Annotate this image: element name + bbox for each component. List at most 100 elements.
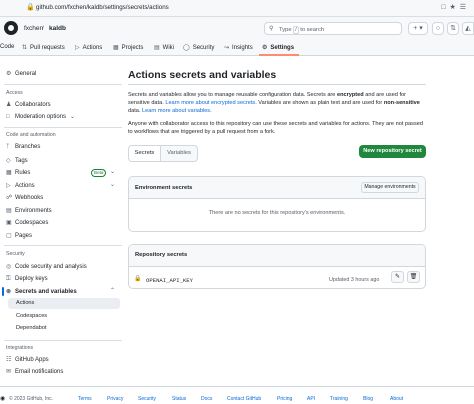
footer-link-api[interactable]: API [307, 396, 315, 402]
footer-link-status[interactable]: Status [172, 396, 186, 402]
lock-icon: 🔒 [134, 276, 142, 282]
search-icon: ⚲ [269, 26, 274, 32]
tab-variables[interactable]: Variables [161, 146, 197, 161]
tab-projects[interactable]: ▦ Projects [113, 44, 143, 51]
secrets-variables-tabs: Secrets Variables [128, 145, 198, 162]
github-header: fxchen / kaldb ⚲ Type / to search + ▾ ○ … [0, 17, 474, 41]
active-tab-underline [259, 54, 299, 56]
chevron-down-icon: ⌄ [70, 114, 76, 120]
table-icon: ▦ [113, 45, 119, 51]
pencil-icon: ✎ [394, 274, 401, 280]
repo-name-link[interactable]: kaldb [49, 25, 66, 32]
sidebar-item-deploy-keys[interactable]: ⚿ Deploy keys [6, 276, 48, 283]
browser-toolbar-icons[interactable]: □★☰ [441, 3, 470, 11]
tab-insights[interactable]: ↝ Insights [224, 44, 253, 51]
github-mark-icon[interactable]: ◉ [0, 395, 5, 402]
chevron-down-icon[interactable]: ⌄ [110, 181, 115, 188]
inbox-icon[interactable]: ◭ [462, 22, 474, 35]
tab-actions[interactable]: ▷ Actions [75, 44, 102, 51]
sidebar-item-code-security[interactable]: ◎ Code security and analysis [6, 263, 87, 270]
beta-badge: Beta [91, 169, 107, 177]
browser-address-bar: 🔒 github.com/fxchen/kaldb/settings/secre… [0, 0, 474, 17]
play-icon: ▷ [6, 183, 11, 189]
footer-link-pricing[interactable]: Pricing [277, 396, 292, 402]
webhook-icon: ☍ [6, 195, 13, 201]
footer-link-training[interactable]: Training [330, 396, 348, 402]
issues-icon[interactable]: ○ [432, 22, 444, 35]
trash-icon: 🗑 [409, 274, 418, 280]
footer-copyright: © 2023 GitHub, Inc. [9, 396, 53, 402]
sidebar-item-webhooks[interactable]: ☍ Webhooks [6, 194, 43, 201]
sidebar-subitem-codespaces[interactable]: Codespaces [8, 311, 120, 322]
sidebar-heading-access: Access [6, 90, 23, 96]
sidebar-divider [4, 84, 122, 85]
tab-code[interactable]: Code [0, 44, 14, 50]
address-url[interactable]: github.com/fxchen/kaldb/settings/secrets… [36, 4, 169, 11]
branch-icon: ᛉ [6, 144, 10, 150]
sidebar-divider [4, 245, 122, 246]
chevron-up-icon[interactable]: ⌃ [110, 287, 115, 294]
search-input[interactable]: ⚲ Type / to search [264, 22, 402, 35]
tab-wiki[interactable]: ▤ Wiki [154, 44, 174, 51]
manage-environments-button[interactable]: Manage environments [361, 182, 419, 193]
repo-owner-link[interactable]: fxchen [24, 25, 43, 32]
sidebar-subitem-actions[interactable]: Actions [8, 298, 120, 309]
sidebar-item-email-notifications[interactable]: ✉ Email notifications [6, 368, 63, 375]
sidebar-item-general[interactable]: ⚙ General [6, 70, 36, 77]
sidebar-heading-security: Security [6, 251, 25, 257]
pull-request-icon: ⇅ [22, 45, 28, 51]
sidebar-subitem-dependabot[interactable]: Dependabot [8, 323, 120, 334]
sidebar-item-environments[interactable]: ▤ Environments [6, 207, 52, 214]
footer-divider [0, 386, 474, 387]
sidebar-heading-integrations: Integrations [6, 345, 34, 351]
tab-settings[interactable]: ⚙ Settings [262, 44, 294, 51]
gear-icon: ⚙ [262, 45, 268, 51]
repo-navigation: Code ⇅ Pull requests ▷ Actions ▦ Projects ▤… [0, 41, 474, 56]
sidebar-item-actions[interactable]: ▷ Actions [6, 182, 35, 189]
footer-link-security[interactable]: Security [138, 396, 156, 402]
apps-icon: ☷ [6, 357, 12, 363]
codespaces-icon: ▣ [6, 220, 12, 226]
tab-secrets[interactable]: Secrets [129, 146, 161, 161]
new-repository-secret-button[interactable]: New repository secret [359, 145, 426, 158]
github-logo-icon[interactable] [4, 21, 18, 35]
encrypted-secrets-link[interactable]: Learn more about encrypted secrets [165, 100, 255, 106]
sidebar-item-tags[interactable]: ◇ Tags [6, 157, 28, 164]
environment-secrets-title: Environment secrets [135, 185, 193, 191]
footer-link-blog[interactable]: Blog [363, 396, 373, 402]
tab-security[interactable]: ◯ Security [183, 44, 214, 51]
create-new-button[interactable]: + ▾ [408, 22, 428, 35]
chevron-down-icon[interactable]: ⌄ [110, 168, 115, 175]
play-icon: ▷ [75, 45, 80, 51]
repository-secrets-title: Repository secrets [135, 252, 188, 258]
breadcrumb-separator: / [42, 25, 44, 32]
sidebar-item-codespaces[interactable]: ▣ Codespaces [6, 219, 48, 226]
footer-link-about[interactable]: About [390, 396, 403, 402]
environment-secrets-header: Environment secrets Manage environments [129, 177, 425, 199]
repository-secrets-header: Repository secrets [129, 245, 425, 267]
tab-pull-requests[interactable]: ⇅ Pull requests [22, 44, 65, 51]
sidebar-item-collaborators[interactable]: ♟ Collaborators [6, 101, 51, 108]
codescan-icon: ◎ [6, 264, 12, 270]
title-divider [128, 84, 426, 85]
sidebar-item-moderation[interactable]: □ Moderation options ⌄ [6, 113, 75, 120]
sidebar-item-branches[interactable]: ᛉ Branches [6, 144, 40, 150]
footer-link-contact[interactable]: Contact GitHub [227, 396, 261, 402]
footer-link-terms[interactable]: Terms [78, 396, 92, 402]
sidebar-item-pages[interactable]: ▢ Pages [6, 232, 32, 239]
pull-requests-icon[interactable]: ⇅ [447, 22, 459, 35]
edit-secret-button[interactable]: ✎ [391, 271, 404, 283]
secret-updated-time: Updated 3 hours ago [329, 277, 380, 283]
delete-secret-button[interactable]: 🗑 [407, 271, 420, 283]
page-title: Actions secrets and variables [128, 69, 277, 81]
variables-link[interactable]: Learn more about variables [142, 108, 210, 114]
people-icon: ♟ [6, 102, 12, 108]
footer-link-privacy[interactable]: Privacy [107, 396, 123, 402]
intro-paragraph: Secrets and variables allow you to manag… [128, 92, 420, 114]
graph-icon: ↝ [224, 45, 230, 51]
server-icon: ▤ [6, 208, 12, 214]
sidebar-item-github-apps[interactable]: ☷ GitHub Apps [6, 356, 49, 363]
sidebar-item-secrets-and-variables[interactable]: ⊛ Secrets and variables [6, 288, 77, 295]
footer-link-docs[interactable]: Docs [201, 396, 212, 402]
sidebar-item-rules[interactable]: ▦ Rules [6, 169, 30, 176]
